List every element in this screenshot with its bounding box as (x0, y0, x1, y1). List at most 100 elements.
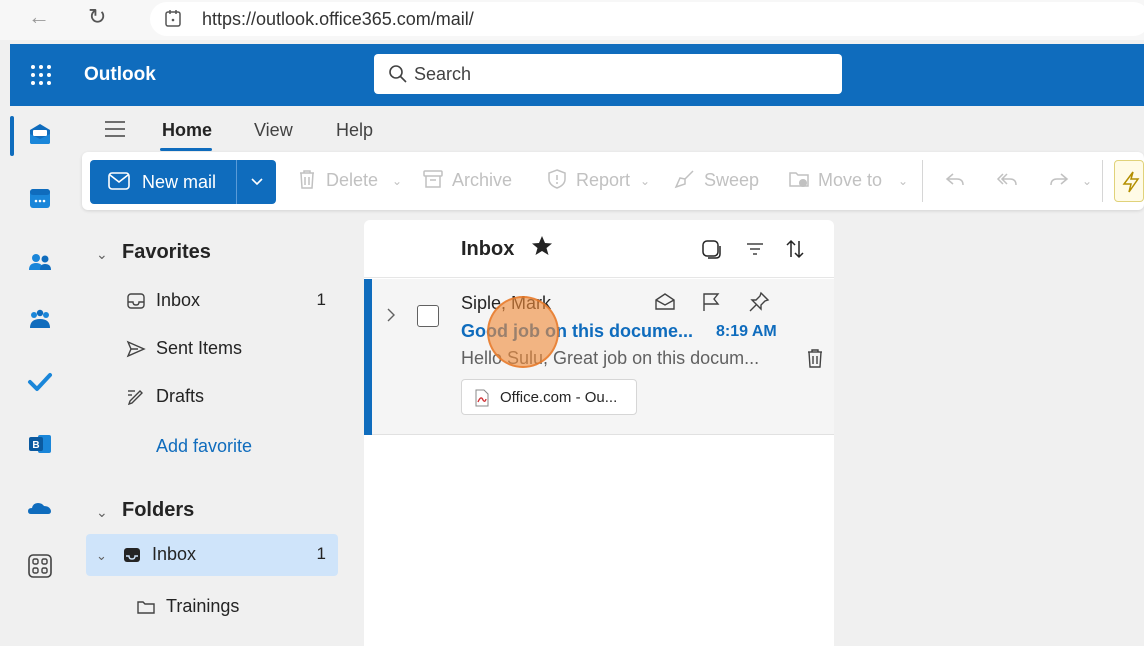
svg-text:B: B (32, 440, 39, 451)
star-icon[interactable] (530, 234, 554, 258)
pin-icon[interactable] (748, 291, 770, 313)
search-input[interactable] (414, 60, 824, 88)
chevron-down-icon[interactable]: ⌄ (640, 174, 650, 188)
search-icon (389, 65, 407, 83)
new-mail-button[interactable]: New mail (90, 160, 276, 204)
sweep-button[interactable]: Sweep (704, 170, 759, 191)
more-apps-icon[interactable] (26, 552, 54, 580)
favorite-item-sent[interactable]: Sent Items (86, 328, 338, 370)
favorite-label: Sent Items (156, 338, 243, 358)
sort-icon[interactable] (784, 238, 806, 260)
groups-app-icon[interactable] (26, 306, 54, 334)
todo-app-icon[interactable] (26, 368, 54, 396)
delete-icon[interactable] (804, 347, 826, 369)
reply-all-icon[interactable] (996, 168, 1018, 190)
ribbon-tabs: Home View Help (74, 106, 1144, 152)
archive-icon (423, 170, 443, 188)
folder-item-inbox[interactable]: ⌄ Inbox 1 (86, 534, 338, 576)
pdf-file-icon (475, 389, 489, 407)
tab-view[interactable]: View (254, 120, 293, 141)
app-launcher-icon[interactable] (30, 64, 52, 86)
attachment-name: Office.com - Ou... (500, 389, 618, 406)
browser-toolbar: ← ↻ https://outlook.office365.com/mail/ (0, 0, 1144, 40)
new-mail-label: New mail (142, 172, 217, 192)
message-time: 8:19 AM (716, 323, 777, 340)
chevron-right-icon[interactable] (386, 307, 396, 323)
report-button[interactable]: Report (576, 170, 630, 191)
url-text: https://outlook.office365.com/mail/ (202, 9, 474, 29)
flag-icon[interactable] (700, 291, 722, 313)
message-list-header: Inbox (364, 220, 834, 278)
inbox-icon (124, 548, 140, 562)
move-to-button[interactable]: Move to (818, 170, 882, 191)
people-app-icon[interactable] (26, 248, 54, 276)
delete-button[interactable]: Delete (326, 170, 378, 191)
unread-count: 1 (316, 544, 326, 563)
archive-button[interactable]: Archive (452, 170, 512, 191)
select-mode-icon[interactable] (700, 238, 722, 260)
lightning-icon (1122, 171, 1140, 193)
message-checkbox[interactable] (417, 305, 439, 327)
mail-app-icon[interactable] (26, 120, 54, 148)
tab-active-underline (160, 148, 212, 151)
chevron-down-icon[interactable]: ⌄ (392, 174, 402, 188)
back-arrow-icon[interactable]: ← (28, 4, 50, 30)
click-highlight (487, 296, 559, 368)
folder-icon (137, 601, 155, 614)
favorites-header[interactable]: Favorites (122, 241, 211, 264)
folder-title: Inbox (461, 238, 515, 260)
bookings-app-icon[interactable]: B (26, 430, 54, 458)
folder-pane: ⌄ Favorites Inbox 1 Sent Items Drafts Ad… (74, 220, 364, 646)
folder-move-icon (789, 172, 809, 187)
toolbar-separator (1102, 160, 1103, 202)
folder-label: Inbox (152, 544, 197, 564)
calendar-app-icon[interactable] (26, 184, 54, 212)
chevron-down-icon[interactable]: ⌄ (96, 504, 108, 521)
rail-active-indicator (10, 116, 14, 156)
message-list: Inbox Siple, Mark Good job on this docum… (364, 220, 834, 646)
folders-header[interactable]: Folders (122, 499, 194, 522)
search-box[interactable] (374, 54, 842, 94)
page-info-icon[interactable] (164, 8, 182, 28)
unread-indicator (364, 279, 372, 435)
chevron-down-icon[interactable]: ⌄ (898, 174, 908, 188)
onedrive-app-icon[interactable] (26, 494, 54, 522)
chevron-down-icon[interactable]: ⌄ (1082, 174, 1092, 188)
reload-icon[interactable]: ↻ (88, 4, 106, 30)
folder-label: Trainings (166, 596, 240, 616)
mark-read-icon[interactable] (654, 291, 676, 313)
reply-icon[interactable] (944, 168, 966, 190)
tab-home[interactable]: Home (162, 120, 212, 141)
app-header: Outlook (10, 44, 1144, 106)
chevron-down-icon[interactable]: ⌄ (96, 548, 107, 564)
tab-help[interactable]: Help (336, 120, 373, 141)
folder-item-trainings[interactable]: Trainings (86, 586, 338, 628)
forward-icon[interactable] (1048, 168, 1070, 190)
split-divider (236, 160, 237, 204)
unread-count: 1 (316, 290, 326, 309)
broom-icon (674, 170, 694, 189)
address-bar[interactable]: https://outlook.office365.com/mail/ (150, 2, 1144, 36)
message-row[interactable]: Siple, Mark Good job on this docume... 8… (364, 279, 834, 435)
command-toolbar: New mail Delete ⌄ Archive Report ⌄ Sweep… (82, 152, 1144, 210)
inbox-icon (127, 293, 145, 309)
favorite-label: Drafts (156, 386, 205, 406)
add-favorite-link[interactable]: Add favorite (156, 436, 252, 457)
filter-icon[interactable] (744, 238, 766, 260)
attachment-chip[interactable]: Office.com - Ou... (461, 379, 637, 415)
app-title[interactable]: Outlook (84, 64, 156, 86)
chevron-down-icon[interactable]: ⌄ (96, 246, 108, 263)
chevron-down-icon[interactable] (250, 176, 264, 188)
hamburger-menu-icon[interactable] (104, 120, 126, 138)
mail-icon (108, 172, 130, 190)
favorite-item-inbox[interactable]: Inbox 1 (86, 280, 338, 322)
trash-icon (300, 170, 314, 189)
favorite-item-drafts[interactable]: Drafts (86, 376, 338, 418)
send-icon (126, 340, 146, 358)
favorite-label: Inbox (156, 290, 201, 310)
shield-icon (548, 169, 566, 189)
pencil-icon (127, 390, 143, 406)
quick-steps-button[interactable] (1114, 160, 1144, 202)
toolbar-separator (922, 160, 923, 202)
app-rail: B (10, 106, 74, 646)
